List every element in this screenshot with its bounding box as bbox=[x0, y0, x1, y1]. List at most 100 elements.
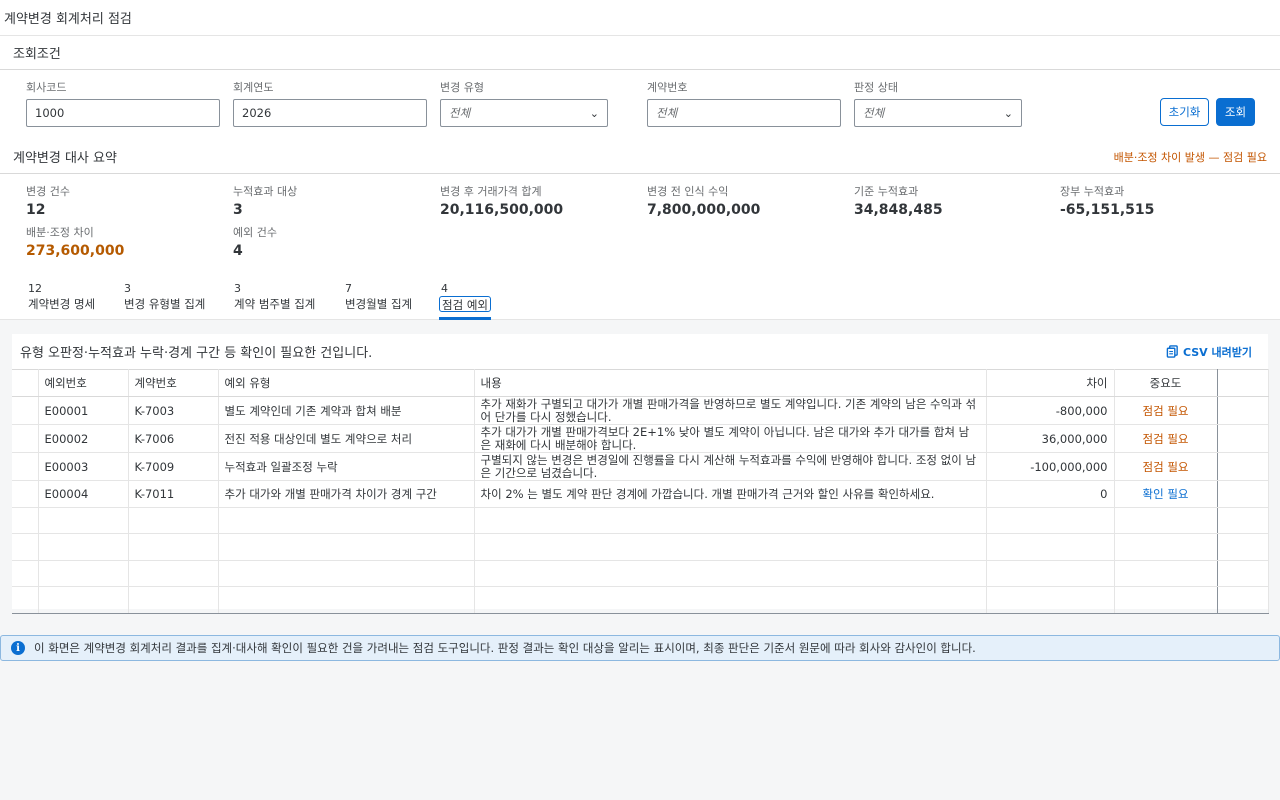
row-selector[interactable] bbox=[12, 480, 39, 508]
contract-no-cell: K-7011 bbox=[128, 480, 219, 508]
filter-panel-title: 조회조건 bbox=[13, 47, 61, 62]
table-row[interactable]: E00003 K-7009 누적효과 일괄조정 누락 구별되지 않는 변경은 변… bbox=[12, 452, 1269, 481]
company-code-input[interactable]: 1000 bbox=[26, 99, 220, 127]
filler-cell bbox=[1217, 424, 1269, 453]
filter-panel: 조회조건 회사코드 1000 회계연도 2026 변경 유형 전체 ⌄ 계약번호 … bbox=[0, 36, 1280, 140]
kpi-value: 3 bbox=[233, 202, 243, 218]
judgement-status-value: 전체 bbox=[863, 106, 885, 120]
kpi-value: 20,116,500,000 bbox=[440, 202, 564, 218]
kpi-allocation-difference: 배분·조정 차이 273,600,000 bbox=[26, 225, 124, 259]
kpi-post-change-price-total: 변경 후 거래가격 합계 20,116,500,000 bbox=[440, 184, 563, 218]
kpi-change-count: 변경 건수 12 bbox=[26, 184, 70, 218]
judgement-status-label: 판정 상태 bbox=[854, 81, 898, 94]
column-header[interactable]: 예외번호 bbox=[38, 369, 129, 397]
table-row[interactable]: E00001 K-7003 별도 계약인데 기존 계약과 합쳐 배분 추가 재화… bbox=[12, 396, 1269, 425]
kpi-label: 예외 건수 bbox=[233, 226, 277, 239]
tab-label: 변경 유형별 집계 bbox=[124, 297, 206, 311]
severity-cell: 확인 필요 bbox=[1114, 480, 1218, 508]
fiscal-year-field: 회계연도 2026 bbox=[233, 80, 427, 127]
contract-no-cell: K-7009 bbox=[128, 452, 219, 481]
contract-no-cell: K-7003 bbox=[128, 396, 219, 425]
column-header[interactable]: 차이 bbox=[986, 369, 1115, 397]
table-row[interactable]: E00002 K-7006 전진 적용 대상인데 별도 계약으로 처리 추가 대… bbox=[12, 424, 1269, 453]
row-selector[interactable] bbox=[12, 452, 39, 481]
tab-count: 3 bbox=[124, 282, 131, 295]
kpi-pre-change-revenue: 변경 전 인식 수익 7,800,000,000 bbox=[647, 184, 760, 218]
exceptions-table: 예외번호 계약번호 예외 유형 내용 차이 중요도 E00001 K-7003 … bbox=[12, 369, 1269, 614]
empty-row bbox=[12, 586, 1269, 614]
search-button[interactable]: 조회 bbox=[1216, 98, 1255, 126]
exception-type-cell: 별도 계약인데 기존 계약과 합쳐 배분 bbox=[218, 396, 475, 425]
contract-no-label: 계약번호 bbox=[647, 81, 688, 94]
fiscal-year-value: 2026 bbox=[242, 106, 272, 120]
summary-alert: 배분·조정 차이 발생 — 점검 필요 bbox=[1113, 150, 1267, 164]
column-header[interactable]: 계약번호 bbox=[128, 369, 219, 397]
fiscal-year-input[interactable]: 2026 bbox=[233, 99, 427, 127]
tab-label: 점검 예외 bbox=[439, 296, 491, 312]
app-header: 계약변경 회계처리 점검 bbox=[0, 0, 1280, 36]
page-title: 계약변경 회계처리 점검 bbox=[4, 12, 132, 27]
description-cell: 차이 2% 는 별도 계약 판단 경계에 가깝습니다. 개별 판매가격 근거와 … bbox=[474, 480, 987, 508]
filler-cell bbox=[1217, 480, 1269, 508]
kpi-value: 12 bbox=[26, 202, 46, 218]
tab-by-contract-category[interactable]: 3 계약 범주별 집계 bbox=[234, 282, 315, 312]
kpi-label: 배분·조정 차이 bbox=[26, 226, 94, 239]
severity-cell: 점검 필요 bbox=[1114, 452, 1218, 481]
company-code-field: 회사코드 1000 bbox=[26, 80, 220, 127]
tab-label: 변경월별 집계 bbox=[345, 297, 413, 311]
change-type-field: 변경 유형 전체 ⌄ bbox=[440, 80, 608, 127]
kpi-exception-count: 예외 건수 4 bbox=[233, 225, 277, 259]
kpi-label: 누적효과 대상 bbox=[233, 185, 298, 198]
tab-by-change-type[interactable]: 3 변경 유형별 집계 bbox=[124, 282, 205, 312]
chevron-down-icon: ⌄ bbox=[1003, 106, 1013, 120]
summary-panel-header: 계약변경 대사 요약 배분·조정 차이 발생 — 점검 필요 bbox=[0, 140, 1280, 174]
contract-no-placeholder: 전체 bbox=[656, 106, 678, 120]
exception-type-cell: 전진 적용 대상인데 별도 계약으로 처리 bbox=[218, 424, 475, 453]
tab-contract-changes[interactable]: 12 계약변경 명세 bbox=[28, 282, 95, 312]
column-header[interactable]: 중요도 bbox=[1114, 369, 1218, 397]
filler-cell bbox=[1217, 396, 1269, 425]
kpi-label: 기준 누적효과 bbox=[854, 185, 919, 198]
row-selector[interactable] bbox=[12, 424, 39, 453]
judgement-status-select[interactable]: 전체 ⌄ bbox=[854, 99, 1022, 127]
exceptions-toolbar: 유형 오판정·누적효과 누락·경계 구간 등 확인이 필요한 건입니다. CSV… bbox=[12, 334, 1268, 369]
difference-cell: 0 bbox=[986, 480, 1115, 508]
change-type-select[interactable]: 전체 ⌄ bbox=[440, 99, 608, 127]
exception-type-cell: 추가 대가와 개별 판매가격 차이가 경계 구간 bbox=[218, 480, 475, 508]
contract-no-input[interactable]: 전체 bbox=[647, 99, 841, 127]
summary-body: 변경 건수 12 누적효과 대상 3 변경 후 거래가격 합계 20,116,5… bbox=[0, 174, 1280, 270]
info-message-text: 이 화면은 계약변경 회계처리 결과를 집계·대사해 확인이 필요한 건을 가려… bbox=[34, 641, 976, 655]
kpi-label: 변경 전 인식 수익 bbox=[647, 185, 729, 198]
change-type-label: 변경 유형 bbox=[440, 81, 484, 94]
kpi-value: 7,800,000,000 bbox=[647, 202, 761, 218]
summary-panel-title: 계약변경 대사 요약 bbox=[13, 151, 117, 166]
contract-no-field: 계약번호 전체 bbox=[647, 80, 841, 127]
empty-row bbox=[12, 533, 1269, 561]
tab-by-change-month[interactable]: 7 변경월별 집계 bbox=[345, 282, 412, 312]
description-cell: 구별되지 않는 변경은 변경일에 진행률을 다시 계산해 누적효과를 수익에 반… bbox=[474, 452, 987, 481]
copy-icon bbox=[1166, 345, 1178, 358]
difference-cell: 36,000,000 bbox=[986, 424, 1115, 453]
filter-panel-header: 조회조건 bbox=[0, 36, 1280, 70]
judgement-status-field: 판정 상태 전체 ⌄ bbox=[854, 80, 1022, 127]
column-header[interactable]: 내용 bbox=[474, 369, 987, 397]
difference-cell: -100,000,000 bbox=[986, 452, 1115, 481]
kpi-label: 변경 건수 bbox=[26, 185, 70, 198]
tab-label: 계약 범주별 집계 bbox=[234, 297, 316, 311]
kpi-baseline-cumulative: 기준 누적효과 34,848,485 bbox=[854, 184, 943, 218]
tab-exceptions[interactable]: 4 점검 예외 bbox=[439, 282, 491, 312]
csv-download-label: CSV 내려받기 bbox=[1182, 345, 1252, 359]
tab-count: 3 bbox=[234, 282, 241, 295]
reset-button[interactable]: 초기화 bbox=[1160, 98, 1209, 126]
csv-download-button[interactable]: CSV 내려받기 bbox=[1166, 344, 1252, 360]
row-selector[interactable] bbox=[12, 396, 39, 425]
filter-body: 회사코드 1000 회계연도 2026 변경 유형 전체 ⌄ 계약번호 전체 판정… bbox=[0, 70, 1280, 140]
table-row[interactable]: E00004 K-7011 추가 대가와 개별 판매가격 차이가 경계 구간 차… bbox=[12, 480, 1269, 508]
column-header[interactable]: 예외 유형 bbox=[218, 369, 475, 397]
description-cell: 추가 대가가 개별 판매가격보다 2E+1% 낮아 별도 계약이 아닙니다. 남… bbox=[474, 424, 987, 453]
info-icon: i bbox=[11, 641, 25, 655]
exception-type-cell: 누적효과 일괄조정 누락 bbox=[218, 452, 475, 481]
kpi-book-cumulative: 장부 누적효과 -65,151,515 bbox=[1060, 184, 1154, 218]
empty-row bbox=[12, 507, 1269, 534]
company-code-value: 1000 bbox=[35, 106, 65, 120]
